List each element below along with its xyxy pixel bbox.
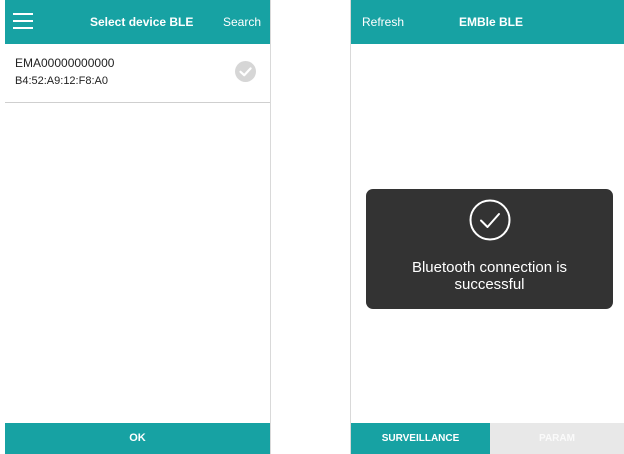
- hamburger-menu-icon[interactable]: [13, 13, 33, 29]
- page-title: Select device BLE: [90, 15, 194, 29]
- tab-param[interactable]: PARAM: [490, 423, 624, 454]
- page-title: EMBle BLE: [459, 15, 524, 29]
- ok-button[interactable]: OK: [5, 423, 270, 454]
- search-button[interactable]: Search: [223, 0, 261, 44]
- connection-success-toast: Bluetooth connection is successful: [366, 189, 613, 309]
- app-bar: Refresh EMBle BLE: [351, 0, 624, 44]
- check-circle-icon[interactable]: [235, 61, 256, 82]
- toast-message-line1: Bluetooth connection is: [411, 259, 568, 276]
- check-circle-icon: [469, 199, 511, 241]
- app-bar: Select device BLE Search: [5, 0, 270, 44]
- device-name: EMA00000000000: [15, 56, 115, 70]
- toast-message-line2: successful: [454, 276, 525, 293]
- tab-surveillance[interactable]: SURVEILLANCE: [351, 423, 490, 454]
- device-list-item[interactable]: EMA00000000000 B4:52:A9:12:F8:A0: [5, 45, 270, 103]
- toast-message: Bluetooth connection is successful: [366, 259, 613, 293]
- connection-screen: Refresh EMBle BLE Bluetooth connection i…: [350, 0, 624, 454]
- device-mac-address: B4:52:A9:12:F8:A0: [15, 75, 108, 87]
- refresh-button[interactable]: Refresh: [362, 0, 404, 44]
- device-select-screen: Select device BLE Search EMA00000000000 …: [5, 0, 271, 454]
